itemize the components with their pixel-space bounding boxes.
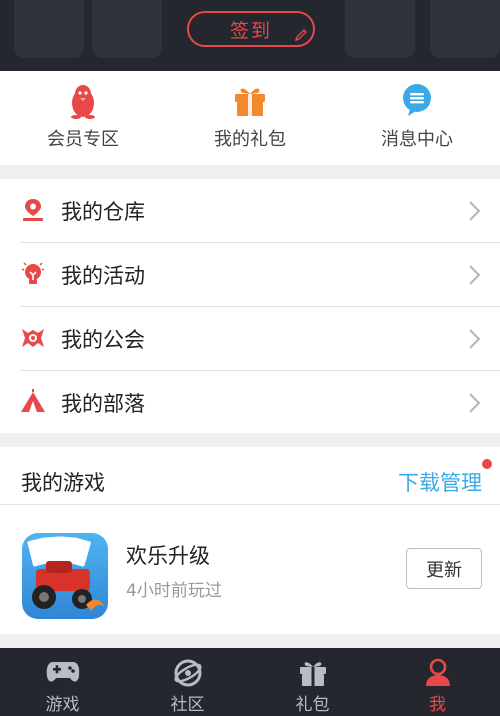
background-game-tile	[345, 0, 415, 58]
message-icon	[403, 84, 431, 116]
game-name: 欢乐升级	[126, 544, 210, 568]
update-button[interactable]: 更新	[406, 548, 482, 589]
chevron-right-icon	[469, 201, 481, 221]
pencil-icon	[294, 29, 307, 42]
user-icon	[425, 658, 450, 686]
tab-games[interactable]: 游戏	[0, 648, 125, 716]
tab-label: 游戏	[45, 695, 80, 715]
tab-label: 礼包	[295, 695, 330, 715]
profile-header: 签到	[0, 0, 500, 71]
section-title: 我的游戏	[21, 471, 105, 495]
gift-icon	[235, 88, 265, 116]
menu-item-label: 我的部落	[61, 392, 145, 416]
quick-entry-label: 消息中心	[381, 129, 453, 150]
menu-list: 我的仓库 我的活动 我的公会 我的部落	[0, 179, 500, 433]
quick-entry-message-center[interactable]: 消息中心	[334, 71, 500, 165]
menu-item-activities[interactable]: 我的活动	[0, 243, 500, 306]
menu-item-tribe[interactable]: 我的部落	[0, 371, 500, 434]
bulb-icon	[21, 262, 45, 284]
guild-crest-icon	[22, 329, 44, 347]
checkin-button[interactable]: 签到	[187, 11, 315, 47]
checkin-label: 签到	[229, 19, 272, 42]
game-app-icon	[27, 536, 104, 611]
chevron-right-icon	[469, 393, 481, 413]
quick-entry-label: 会员专区	[47, 129, 119, 150]
download-manager-link[interactable]: 下载管理	[398, 467, 482, 497]
background-game-tile	[430, 0, 500, 58]
tab-me[interactable]: 我	[375, 648, 500, 716]
chevron-right-icon	[469, 265, 481, 285]
bottom-tab-bar: 游戏 社区 礼包 我	[0, 648, 500, 716]
quick-entry-member-zone[interactable]: 会员专区	[0, 71, 166, 165]
background-game-tile	[14, 0, 84, 58]
menu-item-label: 我的公会	[61, 328, 145, 352]
chevron-right-icon	[469, 329, 481, 349]
tent-icon	[21, 389, 45, 412]
divider	[0, 504, 500, 505]
community-icon	[173, 659, 202, 687]
quick-entry-my-gifts[interactable]: 我的礼包	[167, 71, 333, 165]
menu-item-label: 我的仓库	[61, 200, 145, 224]
penguin-icon	[71, 85, 95, 119]
background-game-tile	[92, 0, 162, 58]
tab-community[interactable]: 社区	[125, 648, 250, 716]
gamepad-icon	[46, 662, 79, 682]
warehouse-pin-icon	[23, 199, 43, 221]
menu-item-label: 我的活动	[61, 264, 145, 288]
menu-item-warehouse[interactable]: 我的仓库	[0, 179, 500, 242]
quick-entry-label: 我的礼包	[214, 129, 286, 150]
menu-item-guild[interactable]: 我的公会	[0, 307, 500, 370]
tab-gifts[interactable]: 礼包	[250, 648, 375, 716]
tab-label: 我	[429, 695, 446, 715]
gift-icon	[299, 662, 326, 686]
game-icon[interactable]	[22, 533, 108, 619]
my-games-section: 我的游戏 下载管理 欢乐升级 4小时前玩过 更新	[0, 447, 500, 634]
notification-dot	[482, 459, 492, 469]
game-last-played: 4小时前玩过	[126, 581, 222, 601]
tab-label: 社区	[170, 695, 205, 715]
quick-entries: 会员专区 我的礼包 消息中心	[0, 71, 500, 165]
